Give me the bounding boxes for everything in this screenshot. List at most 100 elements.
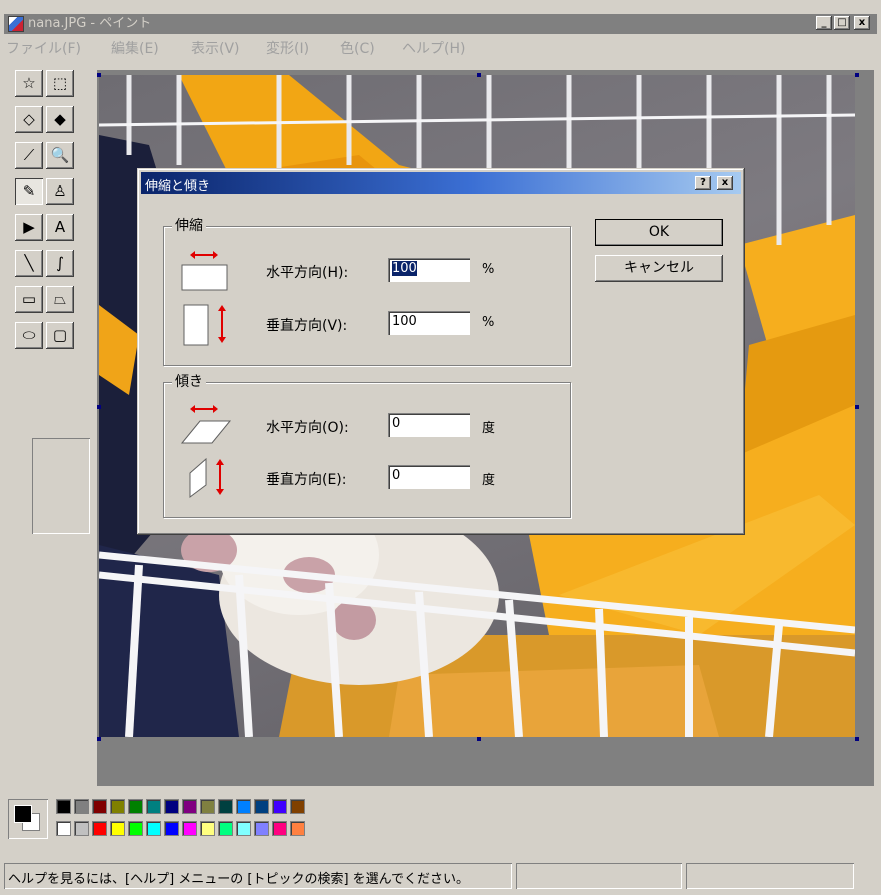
text-icon: A: [54, 218, 66, 236]
title-bar: nana.JPG - ペイント _ □ x: [4, 14, 877, 34]
magnifier-tool[interactable]: 🔍: [46, 142, 74, 169]
curve-tool[interactable]: ∫: [46, 250, 74, 277]
palette-swatch[interactable]: [146, 799, 161, 814]
dialog-close-button[interactable]: x: [717, 176, 733, 190]
brush-tool[interactable]: ♙: [46, 178, 74, 205]
foreground-color-swatch: [14, 805, 32, 823]
pencil-tool[interactable]: ✎: [15, 178, 43, 205]
skew-horizontal-label: 水平方向(O):: [266, 420, 349, 436]
palette-swatch[interactable]: [236, 821, 251, 836]
stretch-vertical-value: 100: [392, 314, 417, 329]
palette-swatch[interactable]: [92, 799, 107, 814]
rounded-rect-tool[interactable]: ▢: [46, 322, 74, 349]
line-tool[interactable]: ╲: [15, 250, 43, 277]
palette-swatch[interactable]: [290, 799, 305, 814]
menu-file[interactable]: ファイル(F): [6, 38, 81, 58]
cancel-button[interactable]: キャンセル: [595, 255, 723, 282]
selected-colors[interactable]: [8, 799, 48, 839]
skew-vertical-unit: 度: [482, 473, 496, 488]
palette-swatch[interactable]: [164, 799, 179, 814]
palette-swatch[interactable]: [74, 821, 89, 836]
resize-handle-top-right[interactable]: [855, 73, 859, 77]
palette-swatch[interactable]: [164, 821, 179, 836]
eraser-icon: ◇: [23, 110, 35, 128]
palette-swatch[interactable]: [236, 799, 251, 814]
minimize-button[interactable]: _: [816, 16, 832, 30]
color-picker-tool[interactable]: ⟋: [15, 142, 43, 169]
color-palette: [8, 797, 488, 847]
palette-swatch[interactable]: [56, 799, 71, 814]
palette-swatch[interactable]: [74, 799, 89, 814]
vertical-stretch-icon: [183, 304, 226, 346]
eraser-tool[interactable]: ◇: [15, 106, 43, 133]
resize-handle-bottom[interactable]: [477, 737, 481, 741]
stretch-horizontal-input[interactable]: 100: [388, 258, 470, 282]
rect-select-tool[interactable]: ⬚: [46, 70, 74, 97]
tool-options-box[interactable]: [32, 438, 90, 534]
line-icon: ╲: [24, 254, 34, 272]
skew-group: 傾き 水平方向(O): 0 度 垂直方向(E): 0 度: [163, 374, 571, 518]
resize-handle-left[interactable]: [97, 405, 101, 409]
palette-swatch[interactable]: [200, 821, 215, 836]
palette-swatch[interactable]: [182, 799, 197, 814]
skew-group-label: 傾き: [172, 374, 206, 390]
maximize-button[interactable]: □: [834, 16, 850, 30]
polygon-tool[interactable]: ⏢: [46, 286, 74, 313]
magnifier-icon: 🔍: [50, 146, 70, 164]
resize-handle-top[interactable]: [477, 73, 481, 77]
palette-swatch[interactable]: [254, 799, 269, 814]
status-coordinates-pane: [516, 863, 682, 889]
fill-tool[interactable]: ◆: [46, 106, 74, 133]
palette-swatch[interactable]: [110, 799, 125, 814]
ok-button[interactable]: OK: [595, 219, 723, 246]
stretch-horizontal-label: 水平方向(H):: [266, 265, 349, 281]
resize-handle-bottom-right[interactable]: [855, 737, 859, 741]
menu-edit[interactable]: 編集(E): [111, 38, 159, 58]
paint-app-icon[interactable]: [8, 16, 24, 32]
text-tool[interactable]: A: [46, 214, 74, 241]
palette-swatch[interactable]: [254, 821, 269, 836]
palette-swatch[interactable]: [56, 821, 71, 836]
palette-swatch[interactable]: [182, 821, 197, 836]
palette-swatch[interactable]: [272, 799, 287, 814]
ellipse-icon: ⬭: [22, 326, 36, 344]
palette-swatch[interactable]: [146, 821, 161, 836]
menu-help[interactable]: ヘルプ(H): [402, 38, 465, 58]
menu-colors[interactable]: 色(C): [340, 38, 375, 58]
resize-handle-bottom-left[interactable]: [97, 737, 101, 741]
resize-handle-right[interactable]: [855, 405, 859, 409]
palette-swatch[interactable]: [218, 799, 233, 814]
palette-swatch[interactable]: [128, 799, 143, 814]
dialog-help-button[interactable]: ?: [695, 176, 711, 190]
airbrush-tool[interactable]: ▶: [15, 214, 43, 241]
skew-horizontal-unit: 度: [482, 421, 496, 436]
skew-horizontal-input[interactable]: 0: [388, 413, 470, 437]
menu-image[interactable]: 変形(I): [266, 38, 309, 58]
color-picker-icon: ⟋: [23, 146, 35, 164]
window-title: nana.JPG - ペイント: [28, 16, 152, 31]
palette-swatch[interactable]: [92, 821, 107, 836]
status-help-text: ヘルプを見るには、[ヘルプ] メニューの [トピックの検索] を選んでください。: [8, 872, 470, 887]
palette-swatch[interactable]: [290, 821, 305, 836]
skew-horizontal-value: 0: [392, 416, 401, 431]
paint-window: nana.JPG - ペイント _ □ x ファイル(F) 編集(E) 表示(V…: [0, 0, 881, 895]
palette-swatch[interactable]: [110, 821, 125, 836]
palette-swatch[interactable]: [218, 821, 233, 836]
skew-vertical-value: 0: [392, 468, 401, 483]
close-button[interactable]: x: [854, 16, 870, 30]
free-select-icon: ☆: [22, 74, 36, 92]
menu-view[interactable]: 表示(V): [191, 38, 240, 58]
horizontal-skew-icon: [180, 405, 232, 444]
tool-box: ☆ ⬚ ◇ ◆ ⟋ 🔍 ✎ ♙ ▶ A ╲ ∫ ▭ ⏢ ⬭ ▢: [10, 70, 90, 470]
skew-vertical-input[interactable]: 0: [388, 465, 470, 489]
palette-swatch[interactable]: [272, 821, 287, 836]
palette-swatch[interactable]: [128, 821, 143, 836]
rounded-rect-icon: ▢: [52, 326, 68, 344]
ellipse-tool[interactable]: ⬭: [15, 322, 43, 349]
palette-swatch[interactable]: [200, 799, 215, 814]
free-select-tool[interactable]: ☆: [15, 70, 43, 97]
resize-handle-top-left[interactable]: [97, 73, 101, 77]
rectangle-tool[interactable]: ▭: [15, 286, 43, 313]
stretch-vertical-input[interactable]: 100: [388, 311, 470, 335]
pencil-icon: ✎: [22, 182, 36, 200]
